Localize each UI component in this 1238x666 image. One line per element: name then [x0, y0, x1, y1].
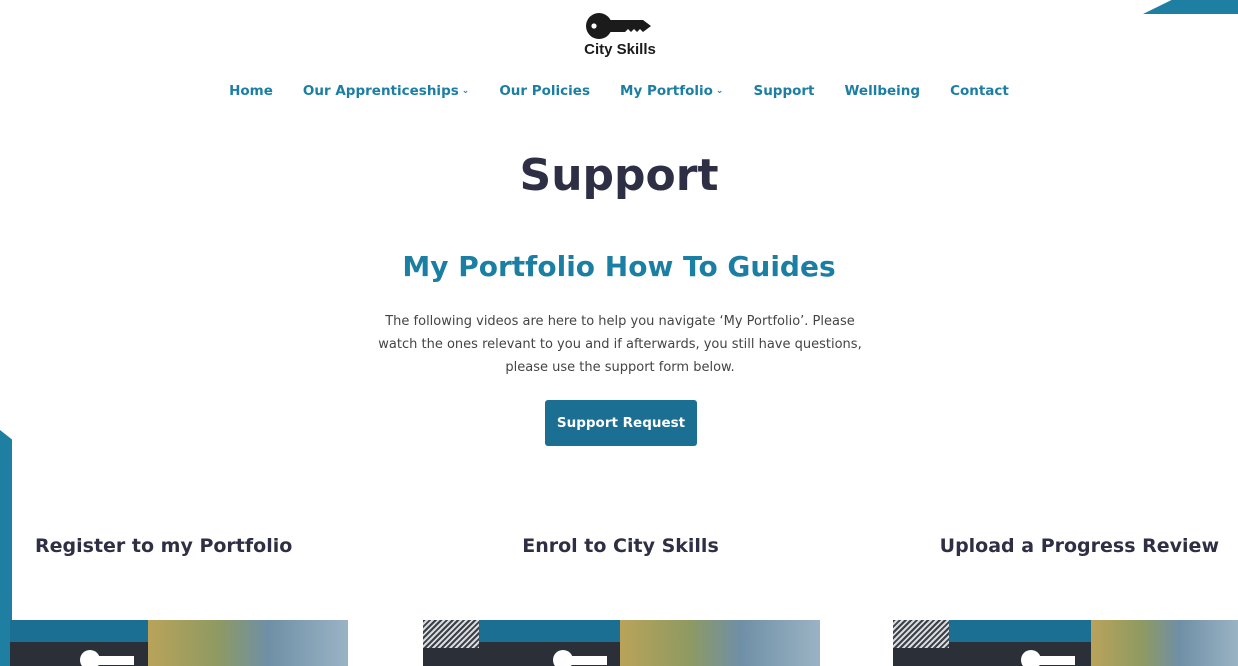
- nav-our-policies[interactable]: Our Policies: [484, 80, 605, 102]
- site-logo[interactable]: City Skills: [560, 12, 680, 58]
- nav-wellbeing[interactable]: Wellbeing: [830, 80, 936, 102]
- nav-label: Wellbeing: [844, 83, 921, 99]
- key-icon: [586, 13, 651, 39]
- video-thumbnail-enrol[interactable]: [423, 620, 820, 666]
- guide-title-progress-review: Upload a Progress Review: [939, 535, 1219, 557]
- chevron-down-icon: ⌄: [461, 86, 470, 96]
- support-request-button[interactable]: Support Request: [545, 400, 697, 446]
- nav-support[interactable]: Support: [738, 80, 829, 102]
- nav-label: My Portfolio: [620, 83, 713, 99]
- video-thumbnail-register[interactable]: [10, 620, 348, 666]
- thumbnail-pattern: [423, 620, 479, 648]
- key-icon: [553, 650, 607, 666]
- nav-label: Home: [229, 83, 273, 99]
- logo-text: City Skills: [584, 41, 656, 58]
- nav-label: Support: [753, 83, 815, 99]
- main-nav: Home Our Apprenticeships ⌄ Our Policies M…: [0, 80, 1238, 102]
- key-icon: [1021, 650, 1075, 666]
- thumbnail-pattern: [893, 620, 949, 648]
- page-title: Support: [519, 150, 719, 201]
- thumbnail-photo: [1091, 620, 1238, 666]
- corner-decoration: [1143, 0, 1238, 14]
- nav-contact[interactable]: Contact: [935, 80, 1024, 102]
- thumbnail-photo: [148, 620, 348, 666]
- nav-our-apprenticeships[interactable]: Our Apprenticeships ⌄: [288, 80, 484, 102]
- section-title: My Portfolio How To Guides: [402, 250, 836, 283]
- nav-my-portfolio[interactable]: My Portfolio ⌄: [605, 80, 738, 102]
- thumbnail-photo: [620, 620, 820, 666]
- nav-label: Our Policies: [499, 83, 591, 99]
- video-thumbnail-progress-review[interactable]: [893, 620, 1238, 666]
- key-icon: [80, 650, 134, 666]
- chevron-down-icon: ⌄: [715, 86, 724, 96]
- nav-label: Contact: [950, 83, 1009, 99]
- nav-home[interactable]: Home: [214, 80, 288, 102]
- nav-label: Our Apprenticeships: [302, 83, 459, 99]
- intro-text: The following videos are here to help yo…: [378, 314, 862, 375]
